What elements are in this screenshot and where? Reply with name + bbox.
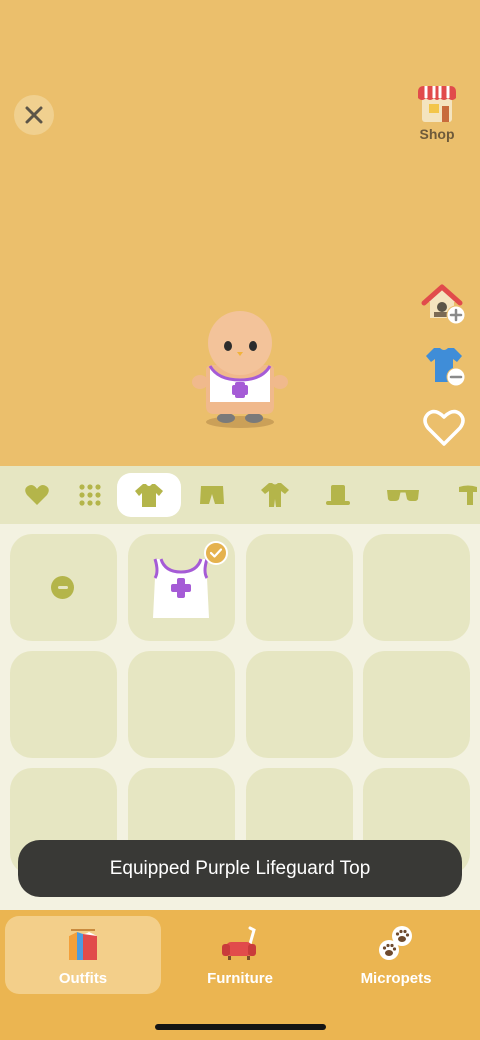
shop-icon — [418, 86, 456, 122]
empty-slot — [363, 651, 470, 758]
add-furniture-button[interactable] — [420, 282, 468, 330]
shorts-icon — [200, 486, 224, 504]
close-icon — [25, 106, 43, 124]
character-illustration — [192, 311, 288, 428]
empty-slot — [10, 651, 117, 758]
nav-outfits-label: Outfits — [58, 970, 108, 987]
tab-bottoms[interactable] — [187, 473, 237, 517]
empty-slot — [246, 534, 353, 641]
empty-slot — [246, 651, 353, 758]
empty-slot — [363, 534, 470, 641]
empty-slot — [128, 651, 235, 758]
jumpsuit-icon — [261, 483, 289, 507]
grid-icon — [79, 484, 101, 506]
nav-furniture[interactable]: Furniture — [162, 916, 318, 994]
outfits-icon — [69, 929, 97, 960]
shop-button[interactable]: Shop — [412, 84, 462, 144]
bottom-nav: Outfits Furniture Micropets — [0, 910, 480, 1040]
shop-label: Shop — [419, 126, 455, 142]
remove-icon — [51, 576, 74, 599]
tab-favorites[interactable] — [12, 473, 62, 517]
shirt-icon — [135, 484, 163, 507]
tab-full-body[interactable] — [250, 473, 300, 517]
tab-all[interactable] — [65, 473, 115, 517]
top-hat-icon — [326, 485, 350, 505]
favorite-button[interactable] — [420, 404, 468, 452]
furniture-icon — [222, 926, 256, 960]
nav-furniture-label: Furniture — [207, 970, 273, 987]
tab-tops[interactable] — [117, 473, 181, 517]
toast-message: Equipped Purple Lifeguard Top — [18, 840, 462, 897]
paw-print-icon — [379, 926, 412, 960]
nav-micropets[interactable]: Micropets — [318, 916, 474, 994]
category-tab-bar — [0, 466, 480, 524]
tab-scarves[interactable] — [443, 473, 480, 517]
home-add-icon — [421, 284, 466, 325]
lifeguard-top-image — [153, 558, 209, 618]
item-purple-lifeguard-top[interactable] — [128, 534, 235, 641]
tab-hats[interactable] — [313, 473, 363, 517]
unequip-slot[interactable] — [10, 534, 117, 641]
sunglasses-icon — [387, 490, 419, 501]
avatar-stage: Shop — [0, 0, 480, 466]
equipped-check-icon — [204, 541, 228, 565]
remove-outfit-button[interactable] — [420, 342, 468, 390]
nav-micropets-label: Micropets — [360, 970, 432, 987]
scarf-icon — [459, 485, 477, 505]
heart-icon — [423, 409, 465, 446]
close-button[interactable] — [14, 95, 54, 135]
shirt-remove-icon — [426, 348, 466, 387]
tab-glasses[interactable] — [378, 473, 428, 517]
avatar-character — [190, 310, 290, 435]
heart-icon — [25, 485, 49, 505]
home-indicator — [155, 1024, 326, 1030]
nav-outfits[interactable]: Outfits — [5, 916, 161, 994]
